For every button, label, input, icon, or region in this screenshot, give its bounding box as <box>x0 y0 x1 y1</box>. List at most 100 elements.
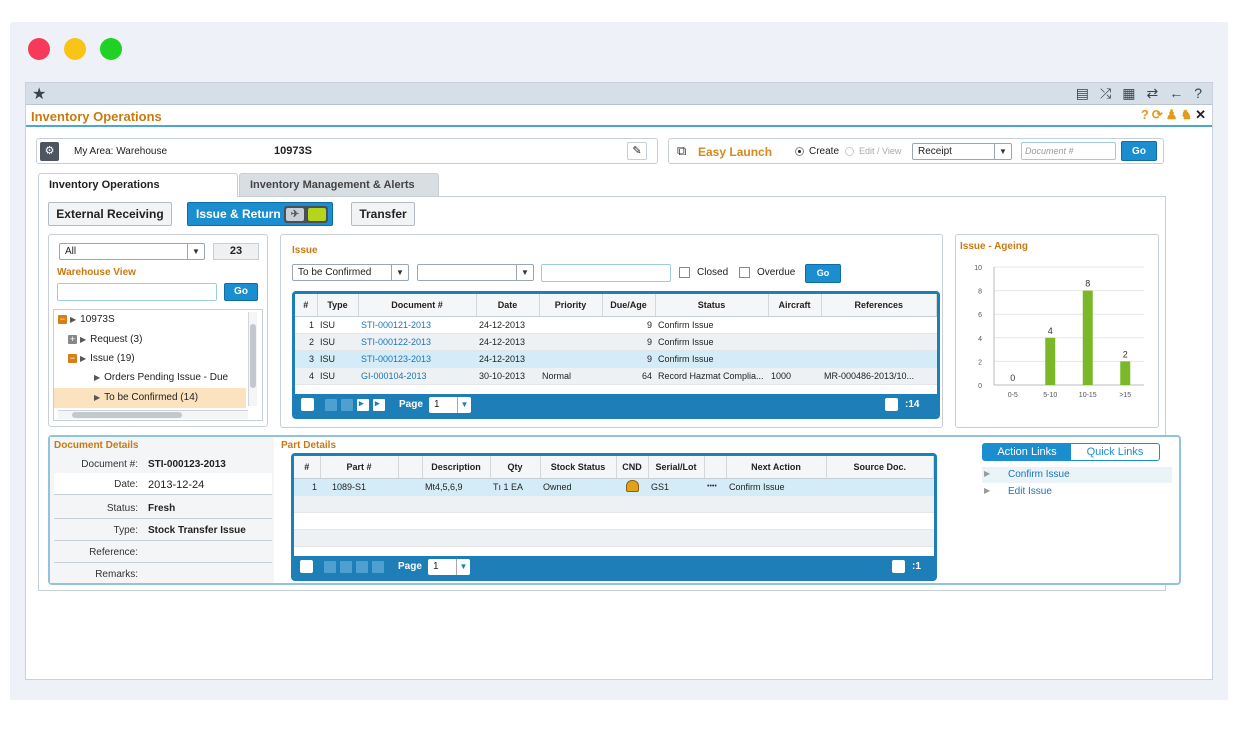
detail-row-reference: Reference: <box>54 541 272 563</box>
area-settings-icon[interactable]: ⚙ <box>40 142 59 161</box>
col-references[interactable]: References <box>821 294 937 317</box>
issue-return-button[interactable]: Issue & Return ✈ <box>187 202 333 226</box>
next-page-button[interactable] <box>356 561 368 573</box>
refresh-icon[interactable]: ⟳ <box>1152 107 1163 123</box>
maximize-dot[interactable] <box>100 38 122 60</box>
tree-node-orders-pending[interactable]: ▶ Orders Pending Issue - Due <box>94 372 228 383</box>
closed-checkbox[interactable] <box>679 267 690 278</box>
warehouse-search-input[interactable] <box>57 283 217 301</box>
issue-secondary-select[interactable]: ▼ <box>417 264 534 281</box>
prev-page-button[interactable] <box>340 561 352 573</box>
issue-status-select[interactable]: To be Confirmed ▼ <box>292 264 409 281</box>
y-tick-label: 8 <box>978 289 982 296</box>
col-stock-status[interactable]: Stock Status <box>540 456 617 479</box>
table-row[interactable]: 4 ISU GI-000104-2013 30-10-2013 Normal 6… <box>295 367 937 385</box>
condition-icon[interactable] <box>625 479 639 492</box>
tab-action-links[interactable]: Action Links <box>983 444 1071 460</box>
more-options-icon[interactable]: •••• <box>704 478 726 496</box>
last-page-button[interactable] <box>372 561 384 573</box>
col-number[interactable]: # <box>295 294 318 317</box>
col-type[interactable]: Type <box>317 294 359 317</box>
first-page-button[interactable] <box>324 561 336 573</box>
close-dot[interactable] <box>28 38 50 60</box>
row-document-link[interactable]: STI-000121-2013 <box>358 316 476 334</box>
create-radio[interactable] <box>795 147 804 156</box>
col-next-action[interactable]: Next Action <box>726 456 827 479</box>
row-document-link[interactable]: GI-000104-2013 <box>358 367 476 385</box>
swap-icon[interactable]: ⇄ <box>1146 85 1158 102</box>
edit-issue-link[interactable]: Edit Issue <box>1008 486 1052 497</box>
tab-quick-links[interactable]: Quick Links <box>1071 444 1159 460</box>
col-date[interactable]: Date <box>476 294 540 317</box>
first-page-button[interactable] <box>325 399 337 411</box>
table-row-selected[interactable]: 1 1089-S1 Mt4,5,6,9 Tı 1 EA Owned GS1 ••… <box>294 478 934 496</box>
row-document-link[interactable]: STI-000122-2013 <box>358 333 476 351</box>
edit-pencil-icon[interactable]: ✎ <box>627 142 647 160</box>
table-row[interactable]: 2 ISU STI-000122-2013 24-12-2013 9 Confi… <box>295 333 937 351</box>
transfer-button[interactable]: Transfer <box>351 202 415 226</box>
tree-node-request[interactable]: + ▶ Request (3) <box>68 334 142 345</box>
users-icon[interactable]: ♞ <box>1180 107 1192 123</box>
minimize-dot[interactable] <box>64 38 86 60</box>
tree-node-to-be-confirmed[interactable]: ▶ To be Confirmed (14) <box>94 392 198 403</box>
page-select[interactable]: 1 ▼ <box>428 559 470 575</box>
row-age: 9 <box>602 316 655 334</box>
col-number[interactable]: # <box>294 456 321 479</box>
back-arrow-icon[interactable]: ← <box>1169 85 1183 102</box>
col-status[interactable]: Status <box>655 294 769 317</box>
table-row[interactable]: 1 ISU STI-000121-2013 24-12-2013 9 Confi… <box>295 316 937 334</box>
next-page-button[interactable] <box>357 398 369 411</box>
col-description[interactable]: Description <box>422 456 491 479</box>
tab-inventory-operations[interactable]: Inventory Operations <box>38 173 238 197</box>
prev-page-button[interactable] <box>341 399 353 411</box>
issue-return-toggle[interactable]: ✈ <box>284 206 328 223</box>
close-icon[interactable]: ✕ <box>1195 107 1206 123</box>
col-priority[interactable]: Priority <box>539 294 603 317</box>
issue-search-input[interactable] <box>541 264 671 282</box>
user-icon[interactable]: ♟ <box>1166 107 1178 123</box>
shuffle-icon[interactable]: ⤮ <box>1100 85 1111 102</box>
warehouse-go-button[interactable]: Go <box>224 283 258 301</box>
col-serial-lot[interactable]: Serial/Lot <box>648 456 705 479</box>
overdue-checkbox[interactable] <box>739 267 750 278</box>
help-icon[interactable]: ? <box>1194 85 1202 102</box>
row-document-link[interactable]: STI-000123-2013 <box>358 350 476 368</box>
warehouse-filter-select[interactable]: All ▼ <box>59 243 205 260</box>
page-select[interactable]: 1 ▼ <box>429 397 471 413</box>
table-row-selected[interactable]: 3 ISU STI-000123-2013 24-12-2013 9 Confi… <box>295 350 937 368</box>
tree-h-scroll-thumb[interactable] <box>72 412 182 418</box>
document-type-select[interactable]: Receipt ▼ <box>912 143 1012 160</box>
issue-go-button[interactable]: Go <box>805 264 841 283</box>
col-part[interactable]: Part # <box>320 456 399 479</box>
external-receiving-button[interactable]: External Receiving <box>48 202 172 226</box>
col-document[interactable]: Document # <box>358 294 477 317</box>
tree-scroll-thumb[interactable] <box>250 324 256 388</box>
row-blank <box>398 478 422 496</box>
row-status: Confirm Issue <box>655 350 768 368</box>
col-aircraft[interactable]: Aircraft <box>768 294 822 317</box>
columns-icon[interactable] <box>892 560 905 573</box>
confirm-issue-link[interactable]: Confirm Issue <box>1008 469 1070 480</box>
print-icon[interactable]: ▦ <box>1122 85 1135 102</box>
col-cnd[interactable]: CND <box>616 456 649 479</box>
col-due-age[interactable]: Due/Age <box>602 294 656 317</box>
tree-node-issue[interactable]: − ▶ Issue (19) <box>68 353 135 364</box>
columns-icon[interactable] <box>885 398 898 411</box>
launch-go-button[interactable]: Go <box>1121 141 1157 161</box>
tree-node-root[interactable]: − ▶ 10973S <box>58 314 115 325</box>
col-qty[interactable]: Qty <box>490 456 541 479</box>
help-icon[interactable]: ? <box>1141 107 1149 123</box>
col-blank[interactable] <box>398 456 423 479</box>
chevron-down-icon: ▼ <box>994 144 1011 159</box>
report-icon[interactable]: ▤ <box>1076 85 1089 102</box>
last-page-button[interactable] <box>373 398 385 411</box>
tab-inventory-management[interactable]: Inventory Management & Alerts <box>239 173 439 197</box>
star-icon[interactable]: ★ <box>32 84 46 104</box>
document-number-input[interactable]: Document # <box>1021 142 1116 160</box>
edit-view-radio[interactable] <box>845 147 854 156</box>
col-source-doc[interactable]: Source Doc. <box>826 456 934 479</box>
export-icon[interactable] <box>301 398 314 411</box>
export-icon[interactable] <box>300 560 313 573</box>
page-label: Page <box>399 399 423 410</box>
col-blank-2[interactable] <box>704 456 727 479</box>
